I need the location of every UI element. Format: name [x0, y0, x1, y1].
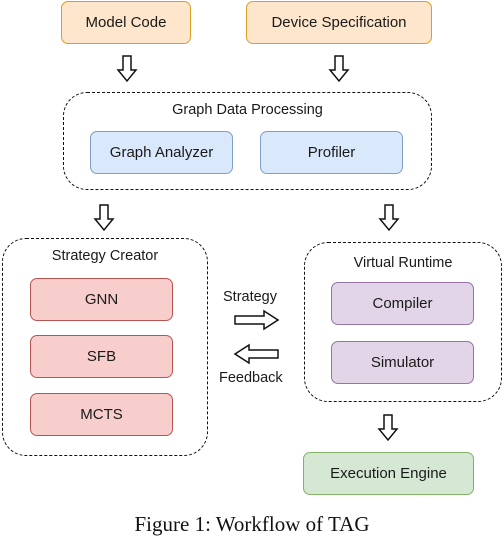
- gnn-box: GNN: [30, 278, 173, 321]
- model-code-label: Model Code: [85, 14, 167, 31]
- virtual-runtime-title: Virtual Runtime: [353, 255, 453, 271]
- simulator-label: Simulator: [370, 354, 435, 371]
- mcts-label: MCTS: [80, 406, 123, 423]
- feedback-edge-label: Feedback: [219, 370, 283, 386]
- execution-engine-label: Execution Engine: [330, 465, 447, 482]
- strategy-edge-label: Strategy: [223, 289, 277, 305]
- device-specification-box: Device Specification: [246, 1, 432, 44]
- compiler-box: Compiler: [331, 282, 474, 325]
- graph-analyzer-box: Graph Analyzer: [90, 131, 233, 174]
- profiler-label: Profiler: [307, 144, 356, 161]
- gnn-label: GNN: [84, 291, 119, 308]
- arrow-down-icon: [328, 55, 350, 83]
- graph-data-processing-title: Graph Data Processing: [172, 102, 323, 118]
- arrow-down-icon: [116, 55, 138, 83]
- profiler-box: Profiler: [260, 131, 403, 174]
- sfb-box: SFB: [30, 335, 173, 378]
- sfb-label: SFB: [86, 348, 117, 365]
- mcts-box: MCTS: [30, 393, 173, 436]
- execution-engine-box: Execution Engine: [303, 452, 474, 495]
- device-specification-label: Device Specification: [271, 14, 407, 31]
- arrow-down-icon: [378, 204, 400, 232]
- arrow-down-icon: [93, 204, 115, 232]
- compiler-label: Compiler: [372, 295, 433, 312]
- simulator-box: Simulator: [331, 341, 474, 384]
- strategy-creator-title: Strategy Creator: [51, 248, 159, 264]
- figure-caption: Figure 1: Workflow of TAG: [134, 512, 370, 536]
- model-code-box: Model Code: [61, 1, 191, 44]
- arrow-down-icon: [377, 414, 399, 442]
- arrow-right-icon: [234, 309, 280, 331]
- graph-analyzer-label: Graph Analyzer: [109, 144, 214, 161]
- arrow-left-icon: [233, 343, 279, 365]
